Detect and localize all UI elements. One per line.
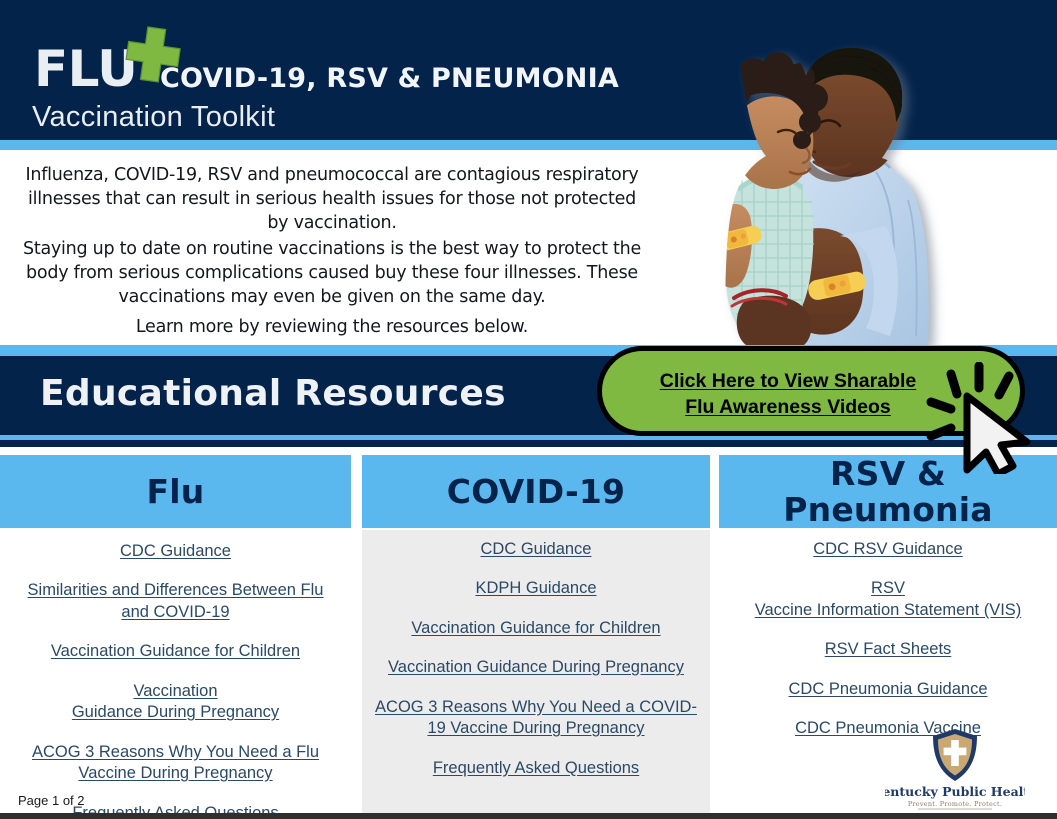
- column-flu-title: Flu: [146, 471, 205, 511]
- column-covid-links: CDC Guidance KDPH Guidance Vaccination G…: [362, 530, 710, 819]
- column-flu-links: CDC Guidance Similarities and Difference…: [0, 530, 351, 819]
- link-covid-kdph-guidance[interactable]: KDPH Guidance: [372, 578, 700, 599]
- link-covid-vaccination-children[interactable]: Vaccination Guidance for Children: [372, 618, 700, 639]
- cta-line-2: Flu Awareness Videos: [685, 395, 891, 418]
- logo-tagline: Prevent. Promote. Protect.: [908, 800, 1002, 808]
- link-covid-acog-3-reasons[interactable]: ACOG 3 Reasons Why You Need a COVID-19 V…: [372, 697, 700, 740]
- column-flu-header: Flu: [0, 455, 351, 528]
- brand-toolkit-line: Vaccination Toolkit: [32, 101, 276, 133]
- link-flu-similarities-differences[interactable]: Similarities and Differences Between Flu…: [12, 580, 339, 623]
- intro-paragraph-1: Influenza, COVID-19, RSV and pneumococca…: [25, 165, 639, 234]
- link-cdc-pneumonia-guidance[interactable]: CDC Pneumonia Guidance: [727, 679, 1049, 700]
- hero-photo: [690, 40, 1010, 345]
- resources-title: Educational Resources: [40, 373, 506, 414]
- divider-navy-lower: [0, 440, 1057, 447]
- green-plus-icon: [122, 24, 184, 86]
- column-covid-title: COVID-19: [446, 471, 626, 511]
- link-covid-vaccination-pregnancy[interactable]: Vaccination Guidance During Pregnancy: [372, 657, 700, 678]
- cta-line-1: Click Here to View Sharable: [659, 370, 917, 392]
- brand-subtitle: COVID-19, RSV & PNEUMONIA: [160, 63, 619, 94]
- link-flu-acog-3-reasons[interactable]: ACOG 3 Reasons Why You Need a Flu Vaccin…: [12, 742, 339, 785]
- column-covid-header: COVID-19: [362, 455, 710, 528]
- link-covid-faq[interactable]: Frequently Asked Questions: [372, 758, 700, 779]
- bottom-bar: [0, 813, 1057, 819]
- intro-paragraph-2: Staying up to date on routine vaccinatio…: [22, 239, 641, 308]
- toolkit-page: FLU COVID-19, RSV & PNEUMONIA Vaccinatio…: [0, 0, 1057, 819]
- intro-paragraph-3: Learn more by reviewing the resources be…: [135, 317, 529, 337]
- link-flu-cdc-guidance[interactable]: CDC Guidance: [12, 541, 339, 562]
- sharable-videos-button-label: Click Here to View Sharable Flu Awarenes…: [628, 369, 948, 420]
- intro-section: Influenza, COVID-19, RSV and pneumococca…: [0, 150, 690, 345]
- logo-wordmark: Kentucky Public Health: [885, 784, 1025, 799]
- link-flu-vaccination-pregnancy[interactable]: Vaccination Guidance During Pregnancy: [12, 681, 339, 724]
- brand-lockup: FLU COVID-19, RSV & PNEUMONIA Vaccinatio…: [30, 22, 650, 133]
- link-rsv-fact-sheets[interactable]: RSV Fact Sheets: [727, 639, 1049, 660]
- link-covid-cdc-guidance[interactable]: CDC Guidance: [372, 539, 700, 560]
- link-rsv-vis[interactable]: RSV Vaccine Information Statement (VIS): [727, 578, 1049, 621]
- mouse-pointer-click-icon: [925, 362, 1040, 474]
- link-flu-vaccination-children[interactable]: Vaccination Guidance for Children: [12, 641, 339, 662]
- link-rsv-cdc-guidance[interactable]: CDC RSV Guidance: [727, 539, 1049, 560]
- kentucky-public-health-logo: Kentucky Public Health Prevent. Promote.…: [885, 728, 1025, 810]
- page-number: Page 1 of 2: [18, 793, 85, 808]
